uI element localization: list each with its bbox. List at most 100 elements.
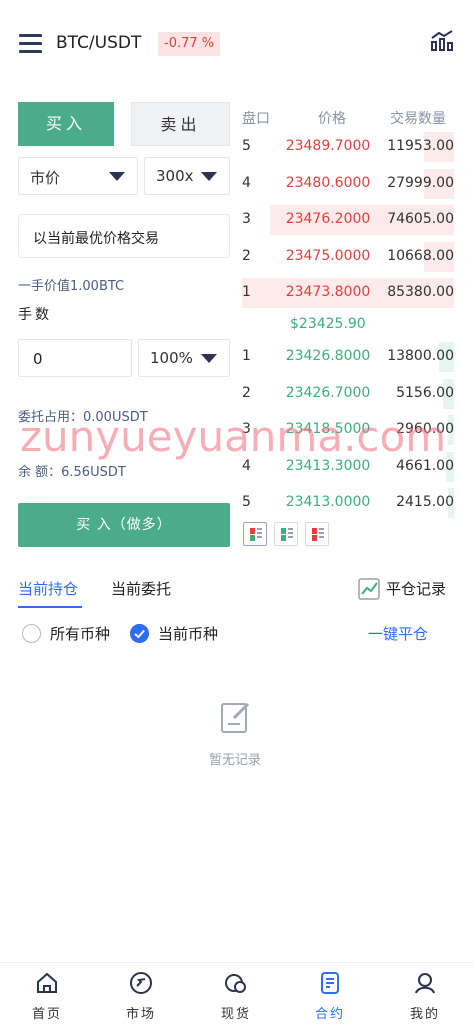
pair-title[interactable]: BTC/USDT	[56, 33, 141, 53]
tab-current-orders[interactable]: 当前委托	[111, 578, 171, 599]
nav-contract[interactable]: 合约	[300, 963, 360, 1024]
nav-spot-label: 现货	[220, 1007, 251, 1022]
ask-level: 4	[242, 174, 251, 191]
empty-record-icon	[221, 702, 250, 733]
radio-checked-icon	[130, 624, 149, 643]
ask-qty: 11953.00	[387, 138, 454, 154]
tab-sell[interactable]: 卖出	[131, 102, 230, 146]
menu-icon[interactable]	[19, 34, 42, 54]
ask-row[interactable]: 5 23489.7000 11953.00	[242, 132, 454, 162]
ask-level: 1	[242, 284, 251, 300]
orderbook-header-qty: 交易数量	[390, 111, 446, 127]
contract-icon	[321, 972, 339, 994]
price-field-text: 以当前最优价格交易	[33, 231, 159, 247]
bid-level: 5	[242, 494, 251, 510]
nav-home-label: 首页	[31, 1007, 62, 1022]
bid-price: 23413.0000	[285, 494, 371, 510]
nav-home[interactable]: 首页	[17, 963, 77, 1024]
ask-price: 23480.6000	[285, 174, 371, 191]
ask-qty: 85380.00	[387, 284, 454, 300]
tab-current-positions[interactable]: 当前持仓	[18, 578, 78, 599]
ask-qty: 27999.00	[387, 174, 454, 191]
leverage-value: 300x	[156, 167, 194, 185]
ask-price: 23473.8000	[285, 284, 371, 300]
ask-price: 23475.0000	[285, 247, 371, 264]
ask-price: 23489.7000	[285, 138, 371, 154]
orderbook-header-price: 价格	[318, 111, 346, 127]
bid-price: 23426.7000	[285, 384, 371, 401]
bid-row[interactable]: 3 23418.5000 2960.00	[242, 415, 454, 445]
nav-profile[interactable]: 我的	[395, 963, 455, 1024]
view-asks-button[interactable]	[305, 522, 329, 546]
caret-down-icon	[201, 354, 217, 363]
radio-unchecked-icon	[22, 624, 41, 643]
quantity-input[interactable]: 0	[18, 339, 132, 377]
bid-level: 4	[242, 457, 251, 474]
margin-used: 委托占用：0.00USDT	[18, 410, 148, 425]
trend-chart-icon	[358, 578, 380, 600]
bottom-nav: 首页 市场 现货 合约 我的	[0, 962, 474, 1024]
ask-row[interactable]: 1 23473.8000 85380.00	[242, 278, 454, 308]
bid-price: 23418.5000	[285, 421, 371, 437]
bid-price: 23426.8000	[285, 348, 371, 364]
quantity-percent-value: 100%	[150, 349, 193, 367]
header: BTC/USDT -0.77 %	[0, 0, 474, 88]
ask-qty: 10668.00	[387, 247, 454, 264]
bid-row[interactable]: 1 23426.8000 13800.00	[242, 342, 454, 372]
order-type-value: 市价	[30, 169, 61, 187]
ask-level: 5	[242, 138, 251, 154]
bid-qty: 2960.00	[396, 421, 454, 437]
bid-row[interactable]: 2 23426.7000 5156.00	[242, 378, 454, 409]
ask-row[interactable]: 3 23476.2000 74605.00	[242, 205, 454, 235]
bid-level: 2	[242, 384, 251, 401]
ask-qty: 74605.00	[387, 211, 454, 227]
market-icon	[130, 972, 152, 994]
change-badge: -0.77 %	[158, 32, 221, 56]
home-icon	[37, 972, 57, 993]
mid-price: $23425.90	[290, 316, 366, 332]
view-bids-button[interactable]	[274, 522, 298, 546]
bid-qty: 2415.00	[396, 494, 454, 510]
tab-underline	[18, 606, 82, 608]
filter-current-coin-label: 当前币种	[158, 625, 219, 643]
leverage-select[interactable]: 300x	[144, 157, 230, 195]
caret-down-icon	[109, 172, 125, 181]
nav-spot[interactable]: 现货	[206, 963, 266, 1024]
bid-price: 23413.3000	[285, 457, 371, 474]
ask-level: 2	[242, 247, 251, 264]
nav-contract-label: 合约	[314, 1007, 345, 1022]
quantity-value: 0	[33, 350, 43, 368]
bid-row[interactable]: 5 23413.0000 2415.00	[242, 488, 454, 518]
filter-all-coins-label: 所有币种	[50, 625, 111, 643]
order-type-select[interactable]: 市价	[18, 157, 138, 195]
spot-icon	[225, 974, 246, 993]
close-history-label: 平仓记录	[386, 580, 447, 598]
ask-price: 23476.2000	[285, 211, 371, 227]
empty-text: 暂无记录	[209, 753, 262, 768]
balance: 余 额：6.56USDT	[18, 465, 126, 480]
chart-icon[interactable]	[430, 30, 454, 52]
ask-row[interactable]: 2 23475.0000 10668.00	[242, 241, 454, 272]
profile-icon	[415, 973, 435, 994]
buy-long-button[interactable]: 买 入（做多）	[18, 503, 230, 547]
ask-level: 3	[242, 211, 251, 227]
tab-buy[interactable]: 买入	[18, 102, 114, 146]
price-field[interactable]: 以当前最优价格交易	[18, 214, 230, 258]
bid-level: 1	[242, 348, 251, 364]
quantity-label: 手数	[18, 307, 52, 323]
view-both-button[interactable]	[243, 522, 267, 546]
bid-level: 3	[242, 421, 251, 437]
quantity-percent-select[interactable]: 100%	[138, 339, 230, 377]
bid-qty: 5156.00	[396, 384, 454, 401]
bid-row[interactable]: 4 23413.3000 4661.00	[242, 451, 454, 482]
close-all-button[interactable]: 一键平仓	[368, 623, 428, 644]
bid-qty: 4661.00	[396, 457, 454, 474]
lot-value: 一手价值1.00BTC	[18, 279, 125, 294]
nav-profile-label: 我的	[409, 1007, 440, 1022]
orderbook-header-level: 盘口	[242, 111, 270, 127]
caret-down-icon	[201, 172, 217, 181]
nav-market-label: 市场	[125, 1007, 156, 1022]
bid-qty: 13800.00	[387, 348, 454, 364]
ask-row[interactable]: 4 23480.6000 27999.00	[242, 168, 454, 199]
nav-market[interactable]: 市场	[111, 963, 171, 1024]
